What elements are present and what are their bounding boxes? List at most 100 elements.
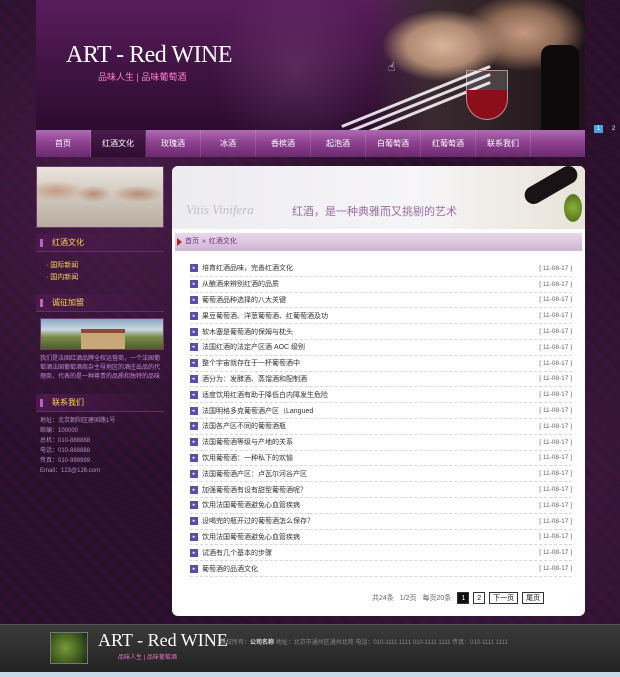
article-date: [ 11-08-17 ] — [539, 565, 572, 573]
article-bullet-icon: ▸ — [190, 469, 198, 478]
nav-item-red-wine[interactable]: 红葡萄酒 — [421, 130, 476, 157]
article-title-link[interactable]: 试酒有几个基本的步骤 — [202, 548, 539, 558]
article-bullet-icon: ▸ — [190, 564, 198, 573]
nav-item-sparkling[interactable]: 起泡酒 — [311, 130, 366, 157]
nav-item-ice-wine[interactable]: 冰酒 — [201, 130, 256, 157]
nav-item-rose[interactable]: 玫瑰酒 — [146, 130, 201, 157]
article-date: [ 11-08-17 ] — [539, 280, 572, 288]
article-date: [ 11-08-17 ] — [539, 438, 572, 446]
article-bullet-icon: ▸ — [190, 343, 198, 352]
article-title-link[interactable]: 果豆葡萄酒、洋葱葡萄酒、红葡萄酒及功 — [202, 311, 539, 321]
pagination: 共24条 1/2页 每页20条 1 2 下一页 尾页 — [372, 592, 548, 604]
article-date: [ 11-08-17 ] — [539, 375, 572, 383]
contact-switchboard: 总机：010-888888 — [40, 438, 91, 444]
article-row[interactable]: ▸ 整个宇宙就存在于一杯葡萄酒中[ 11-08-17 ] — [190, 356, 572, 372]
article-title-link[interactable]: 饮用法国葡萄酒避免心血管疾病 — [202, 532, 539, 542]
article-bullet-icon: ▸ — [190, 532, 198, 541]
article-row[interactable]: ▸ 培育红酒品味，完善红酒文化[ 11-08-17 ] — [190, 261, 572, 277]
article-date: [ 11-08-17 ] — [539, 391, 572, 399]
breadcrumb-home[interactable]: 首页 — [185, 238, 199, 245]
article-title-link[interactable]: 法国各产区不同的葡萄酒瓶 — [202, 421, 539, 431]
nav-item-home[interactable]: 首页 — [36, 130, 91, 157]
pager-next-button[interactable]: 下一页 — [489, 592, 519, 604]
article-title-link[interactable]: 酒分为：发酵酒、蒸馏酒和配制酒 — [202, 374, 539, 384]
article-title-link[interactable]: 培育红酒品味，完善红酒文化 — [202, 263, 539, 273]
article-title-link[interactable]: 法国葡萄酒等级与产地的关系 — [202, 437, 539, 447]
article-title-link[interactable]: 法国明格多克葡萄酒产区（Langued — [202, 406, 539, 416]
pager-page-2[interactable]: 2 — [473, 592, 486, 604]
article-row[interactable]: ▸ 法国葡萄酒等级与产地的关系[ 11-08-17 ] — [190, 435, 572, 451]
article-bullet-icon: ▸ — [190, 374, 198, 383]
article-date: [ 11-08-17 ] — [539, 312, 572, 320]
nav-item-champagne[interactable]: 香槟酒 — [256, 130, 311, 157]
article-bullet-icon: ▸ — [190, 501, 198, 510]
pager-last-button[interactable]: 尾页 — [522, 592, 545, 604]
slider-page-2[interactable]: 2 — [609, 125, 618, 133]
article-date: [ 11-08-17 ] — [539, 517, 572, 525]
article-row[interactable]: ▸ 果豆葡萄酒、洋葱葡萄酒、红葡萄酒及功[ 11-08-17 ] — [190, 308, 572, 325]
article-title-link[interactable]: 葡萄酒的品酒文化 — [202, 564, 539, 574]
article-bullet-icon: ▸ — [190, 406, 198, 415]
article-title-link[interactable]: 设喝完的瓶开过的葡萄酒怎么保存？ — [202, 516, 539, 526]
article-row[interactable]: ▸ 从酿酒来辨别红酒的品质[ 11-08-17 ] — [190, 277, 572, 293]
article-title-link[interactable]: 软木塞是葡萄酒的保姆与枕头 — [202, 327, 539, 337]
article-row[interactable]: ▸ 饮用法国葡萄酒避免心血管疾病[ 11-08-17 ] — [190, 530, 572, 546]
article-row[interactable]: ▸ 试酒有几个基本的步骤[ 11-08-17 ] — [190, 545, 572, 562]
sidebar-link-label[interactable]: 国内新闻 — [50, 274, 78, 281]
nav-item-contact[interactable]: 联系我们 — [476, 130, 531, 157]
article-row[interactable]: ▸ 饮用法国葡萄酒避免心血管疾病[ 11-08-17 ] — [190, 498, 572, 514]
article-date: [ 11-08-17 ] — [539, 343, 572, 351]
article-date: [ 11-08-17 ] — [539, 264, 572, 272]
article-date: [ 11-08-17 ] — [539, 470, 572, 478]
article-title-link[interactable]: 葡萄酒品种选择的八大关键 — [202, 295, 539, 305]
article-title-link[interactable]: 整个宇宙就存在于一杯葡萄酒中 — [202, 358, 539, 368]
article-row[interactable]: ▸ 法国葡萄酒产区：卢瓦尔河谷产区[ 11-08-17 ] — [190, 466, 572, 483]
article-date: [ 11-08-17 ] — [539, 407, 572, 415]
banner-grapes-image — [564, 194, 582, 222]
pager-page-1[interactable]: 1 — [457, 592, 470, 604]
article-title-link[interactable]: 加强葡萄酒有设有甜型葡萄酒呢？ — [202, 485, 539, 495]
breadcrumb-current[interactable]: 红酒文化 — [209, 238, 237, 245]
site-logo-title[interactable]: ART - Red WINE — [66, 42, 232, 69]
article-title-link[interactable]: 从酿酒来辨别红酒的品质 — [202, 279, 539, 289]
banner-english-text: Vitis Vinifera — [186, 202, 254, 217]
breadcrumb: 首页» 红酒文化 — [175, 233, 582, 251]
article-bullet-icon: ▸ — [190, 548, 198, 557]
contact-fax: 传真：010-999999 — [40, 458, 91, 464]
article-row[interactable]: ▸ 葡萄酒品种选择的八大关键[ 11-08-17 ] — [190, 293, 572, 309]
article-row[interactable]: ▸ 酒分为：发酵酒、蒸馏酒和配制酒[ 11-08-17 ] — [190, 372, 572, 388]
site-logo-subtitle: 品味人生 | 品味葡萄酒 — [98, 72, 187, 82]
article-row[interactable]: ▸ 法国各产区不同的葡萄酒瓶[ 11-08-17 ] — [190, 419, 572, 435]
sidebar-link-domestic[interactable]: · 国内新闻 — [46, 272, 164, 284]
article-row[interactable]: ▸ 软木塞是葡萄酒的保姆与枕头[ 11-08-17 ] — [190, 324, 572, 340]
sidebar-heading-culture: 红酒文化 — [36, 234, 164, 252]
article-title-link[interactable]: 适度饮用红酒有助于降低白内障发生危险 — [202, 390, 539, 400]
sidebar-link-international[interactable]: · 国际新闻 — [46, 260, 164, 272]
article-title-link[interactable]: 饮用法国葡萄酒避免心血管疾病 — [202, 500, 539, 510]
article-title-link[interactable]: 法国红酒的法定产区酒 AOC 级别 — [202, 342, 539, 352]
article-row[interactable]: ▸ 饮用葡萄酒：一种私下的欢愉[ 11-08-17 ] — [190, 451, 572, 467]
article-row[interactable]: ▸ 葡萄酒的品酒文化[ 11-08-17 ] — [190, 561, 572, 577]
footer-copyright-label: 版权所有： — [220, 640, 251, 646]
article-title-link[interactable]: 饮用葡萄酒：一种私下的欢愉 — [202, 453, 539, 463]
article-row[interactable]: ▸ 加强葡萄酒有设有甜型葡萄酒呢？[ 11-08-17 ] — [190, 482, 572, 498]
article-bullet-icon: ▸ — [190, 517, 198, 526]
article-row[interactable]: ▸ 适度饮用红酒有助于降低白内障发生危险[ 11-08-17 ] — [190, 387, 572, 404]
article-title-link[interactable]: 法国葡萄酒产区：卢瓦尔河谷产区 — [202, 469, 539, 479]
article-row[interactable]: ▸ 法国明格多克葡萄酒产区（Langued[ 11-08-17 ] — [190, 403, 572, 419]
content-banner: Vitis Vinifera 红酒，是一种典雅而又挑剔的艺术 — [172, 166, 585, 229]
article-bullet-icon: ▸ — [190, 438, 198, 447]
article-row[interactable]: ▸ 法国红酒的法定产区酒 AOC 级别[ 11-08-17 ] — [190, 340, 572, 356]
article-row[interactable]: ▸ 设喝完的瓶开过的葡萄酒怎么保存？[ 11-08-17 ] — [190, 514, 572, 530]
article-bullet-icon: ▸ — [190, 327, 198, 336]
main-content: Vitis Vinifera 红酒，是一种典雅而又挑剔的艺术 首页» 红酒文化 ▸… — [172, 166, 585, 616]
article-date: [ 11-08-17 ] — [539, 501, 572, 509]
nav-item-wine-culture[interactable]: 红酒文化 — [91, 130, 146, 157]
sidebar-link-label[interactable]: 国际新闻 — [50, 262, 78, 269]
browser-bottom-bar — [0, 672, 620, 677]
contact-email[interactable]: Email：123@126.com — [40, 466, 164, 476]
sidebar: 红酒文化 · 国际新闻 · 国内新闻 诚征加盟 我们是法国红酒品牌全权运营商，一… — [36, 166, 164, 476]
nav-item-white-wine[interactable]: 白葡萄酒 — [366, 130, 421, 157]
slider-page-1[interactable]: 1 — [594, 125, 603, 133]
article-date: [ 11-08-17 ] — [539, 422, 572, 430]
